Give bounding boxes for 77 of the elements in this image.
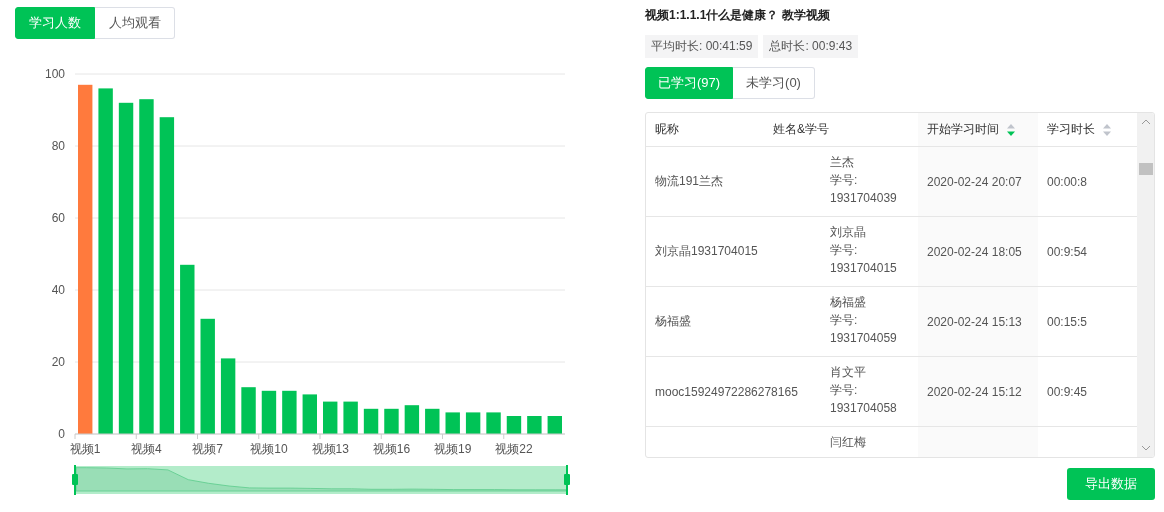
student-id: 1931704015 [830, 260, 897, 277]
column-header[interactable]: 昵称 [655, 121, 679, 138]
scrollbar-thumb[interactable] [1138, 163, 1153, 175]
chart-tab[interactable]: 人均观看 [95, 7, 175, 39]
student-id: 1931704059 [830, 330, 897, 347]
student-id-label: 学号: [830, 382, 858, 399]
table-cell: 2020-02-24 15:13 [918, 287, 1038, 356]
bar[interactable] [98, 88, 113, 434]
x-axis-label: 视频13 [311, 442, 349, 456]
bar[interactable] [527, 416, 542, 434]
y-axis-label: 100 [44, 67, 65, 81]
stat-badge: 总时长: 00:9:43 [763, 35, 859, 58]
bar[interactable] [220, 358, 236, 434]
bar[interactable] [384, 408, 399, 434]
bar[interactable] [425, 408, 440, 434]
table-cell-text: 00:9:54 [1046, 243, 1089, 261]
bar[interactable] [261, 390, 277, 434]
sort-icon[interactable] [1007, 122, 1015, 137]
y-axis-label: 60 [51, 211, 65, 225]
bar[interactable] [445, 412, 460, 434]
table-cell: 2020-02-24 15:12 [918, 357, 1038, 426]
table-cell-text: 00:9:45 [1046, 383, 1089, 401]
bar[interactable] [547, 416, 562, 434]
bar[interactable] [404, 405, 420, 434]
table-cell-text: 00:15:5 [1046, 313, 1089, 331]
sort-icon[interactable] [1103, 122, 1111, 137]
list-tab[interactable]: 未学习(0) [733, 67, 815, 99]
bar[interactable] [78, 84, 93, 434]
bar[interactable] [241, 387, 256, 434]
x-axis-label: 视频16 [372, 442, 411, 456]
student-name: 闫红梅 [830, 434, 866, 451]
x-axis-label: 视频19 [434, 442, 472, 456]
table-cell-text: 刘京晶1931704015 [654, 243, 759, 260]
student-name: 兰杰 [830, 154, 854, 171]
x-axis-label: 视频7 [192, 442, 224, 456]
table-cell: 2020-02-24 18:05 [918, 217, 1038, 286]
bar[interactable] [180, 264, 195, 434]
student-name: 刘京晶 [830, 224, 866, 241]
chevron-down-icon[interactable] [1140, 445, 1151, 451]
student-id-label: 学号: [830, 242, 858, 259]
student-name: 肖文平 [830, 364, 866, 381]
bar[interactable] [323, 401, 338, 434]
table-cell-text: 杨福盛 [654, 313, 692, 330]
table-cell-text: 物流191兰杰 [654, 173, 725, 190]
student-name: 杨福盛 [830, 294, 866, 311]
bar[interactable] [200, 318, 215, 434]
student-id-label: 学号: [830, 172, 858, 189]
bar[interactable] [465, 412, 481, 434]
x-axis-label: 视频1 [69, 442, 101, 456]
column-header[interactable]: 学习时长 [1047, 121, 1095, 138]
chevron-up-icon[interactable] [1140, 119, 1151, 125]
bar[interactable] [343, 401, 358, 434]
student-id: 1931704039 [830, 190, 897, 207]
scrollbar[interactable] [1137, 113, 1154, 457]
student-id: 1931704058 [830, 400, 897, 417]
table-cell-text: mooc15924972286278165 [654, 383, 796, 401]
bar[interactable] [302, 394, 317, 434]
table-cell: 2020-02-24 20:07 [918, 147, 1038, 216]
y-axis-label: 40 [51, 283, 65, 297]
x-axis-label: 视频10 [250, 442, 288, 456]
column-header[interactable]: 姓名&学号 [773, 121, 829, 138]
y-axis-label: 0 [58, 427, 65, 441]
student-id-label: 学号: [830, 312, 858, 329]
video-title: 视频1:1.1.1什么是健康？ 教学视频 [645, 7, 831, 24]
table-cell-text: 00:00:8 [1046, 173, 1089, 191]
stat-badge: 平均时长: 00:41:59 [645, 35, 759, 58]
bar[interactable] [282, 390, 297, 434]
x-axis-label: 视频22 [495, 442, 533, 456]
bar[interactable] [159, 117, 175, 434]
bar[interactable] [118, 102, 134, 434]
y-axis-label: 80 [51, 139, 65, 153]
x-axis-label: 视频4 [131, 442, 162, 456]
bar[interactable] [506, 416, 522, 434]
bar[interactable] [139, 99, 154, 434]
bar[interactable] [363, 408, 379, 434]
bar[interactable] [486, 412, 501, 434]
y-axis-label: 20 [51, 355, 65, 369]
